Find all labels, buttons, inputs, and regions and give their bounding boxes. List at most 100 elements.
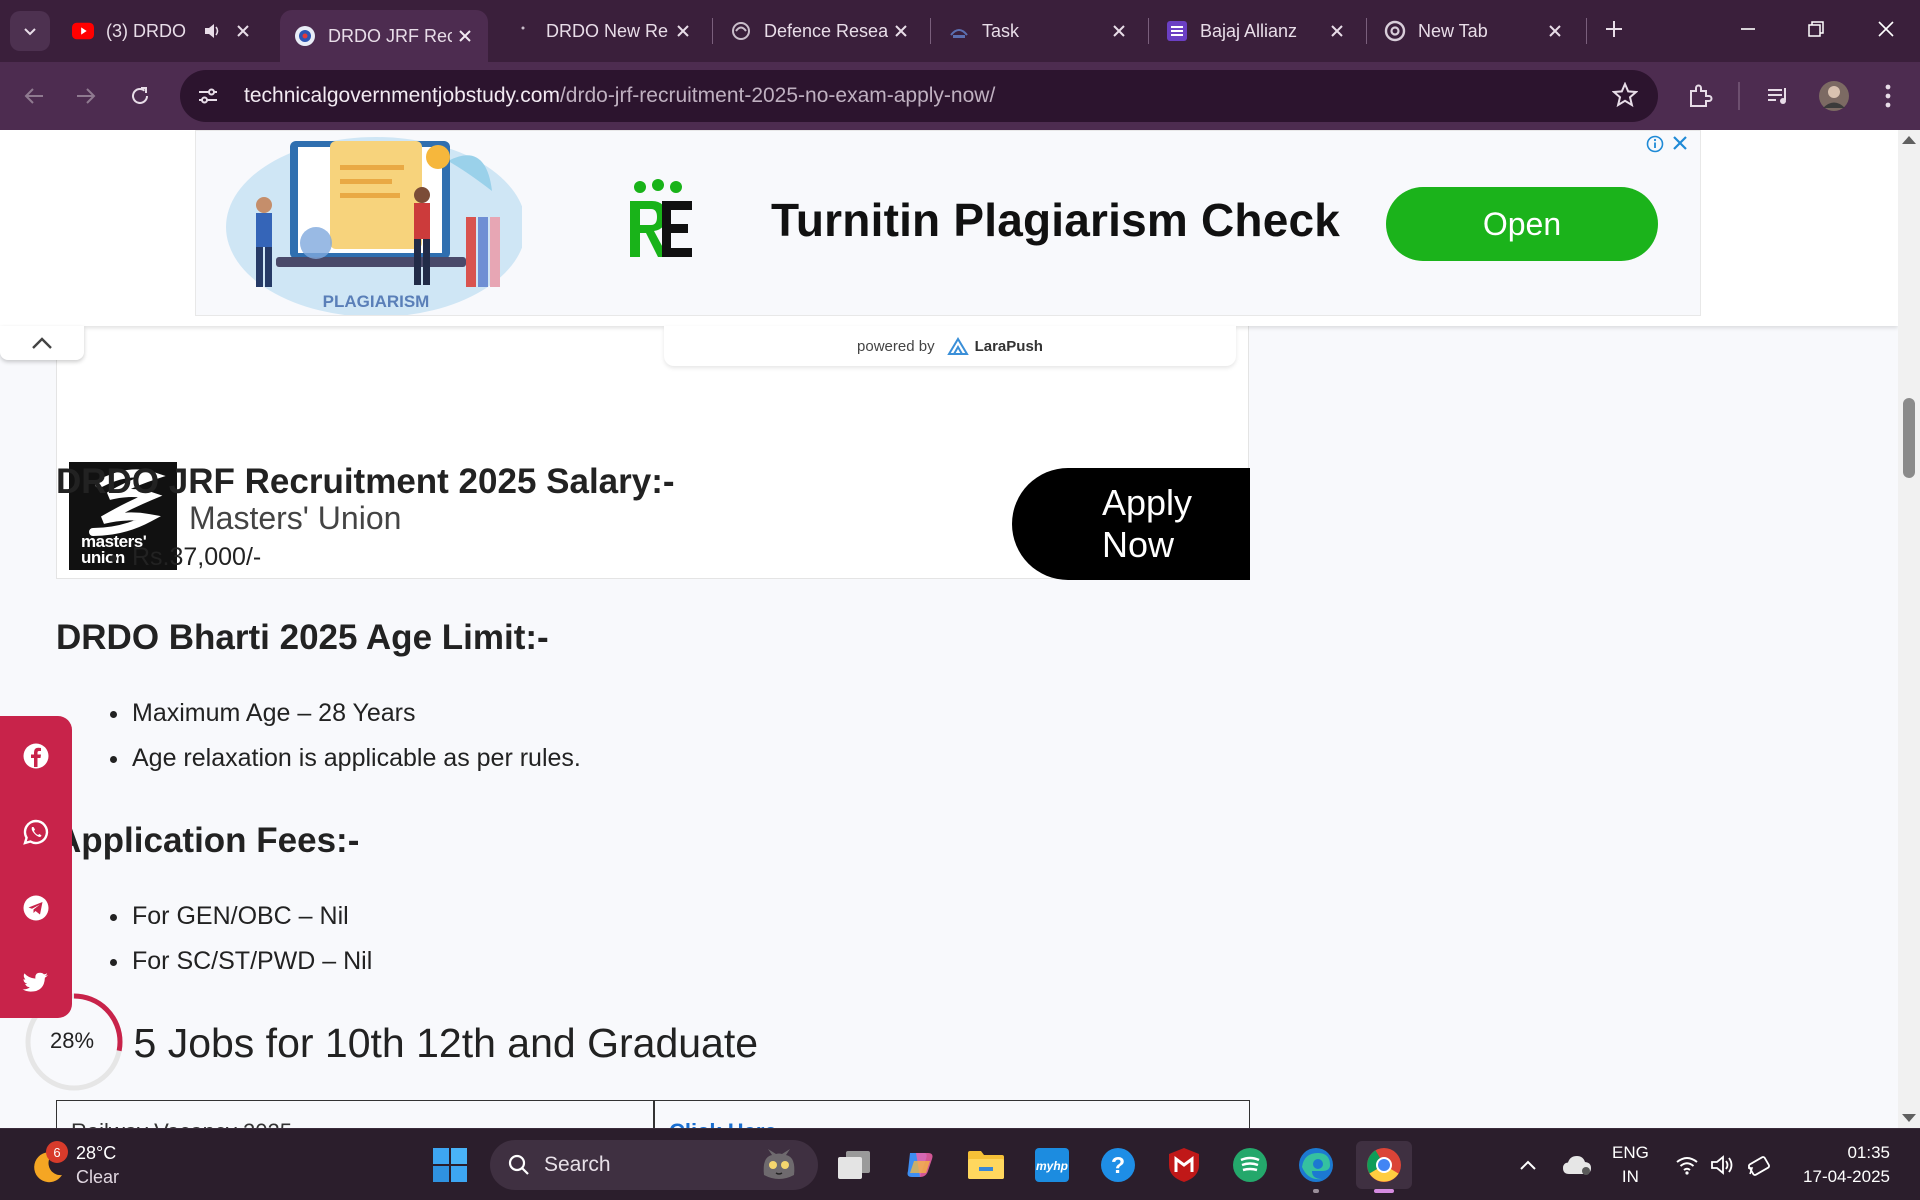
age-item: Age relaxation is applicable as per rule… — [110, 744, 581, 772]
progress-percent: 28% — [50, 1028, 95, 1053]
edge-icon — [1299, 1148, 1333, 1182]
new-tab-button[interactable] — [1590, 0, 1638, 58]
tab-close-icon[interactable] — [1542, 18, 1568, 44]
tab-close-icon[interactable] — [888, 18, 914, 44]
forward-button[interactable] — [66, 76, 106, 116]
table-divider — [653, 1101, 655, 1128]
twitter-icon[interactable] — [20, 968, 52, 1000]
chrome-taskbar-button[interactable] — [1356, 1141, 1412, 1193]
salary-heading: DRDO JRF Recruitment 2025 Salary:- — [56, 462, 675, 501]
task-view-button[interactable] — [830, 1141, 878, 1189]
restore-icon — [1808, 21, 1824, 37]
larapush-brand: LaraPush — [974, 337, 1043, 355]
minimize-icon — [1741, 28, 1755, 30]
scrollbar-thumb[interactable] — [1903, 398, 1915, 478]
profile-avatar[interactable] — [1814, 76, 1854, 116]
tab-close-icon[interactable] — [452, 23, 478, 49]
battery-icon[interactable] — [1744, 1149, 1774, 1181]
tab-drdo-jrf[interactable]: DRDO JRF Rec — [280, 10, 488, 62]
search-highlight-icon — [763, 1149, 795, 1179]
extensions-button[interactable] — [1680, 76, 1720, 116]
url-text: technicalgovernmentjobstudy.com/drdo-jrf… — [244, 84, 995, 108]
clock-time: 01:35 — [1847, 1143, 1890, 1162]
tab-task[interactable]: Task — [934, 10, 1142, 52]
search-icon — [508, 1154, 529, 1175]
tab-drdo-new[interactable]: DRDO New Re — [498, 10, 706, 52]
wifi-icon[interactable] — [1672, 1149, 1702, 1181]
tab-search-button[interactable] — [10, 11, 50, 51]
minimize-button[interactable] — [1714, 0, 1782, 58]
chrome-icon — [1384, 20, 1406, 42]
browser-menu-button[interactable] — [1868, 76, 1908, 116]
file-explorer-button[interactable] — [962, 1141, 1010, 1189]
onedrive-icon[interactable] — [1560, 1149, 1594, 1181]
tab-title: New Tab — [1418, 20, 1488, 41]
media-queue-icon — [1768, 88, 1786, 104]
running-indicator — [1374, 1189, 1394, 1193]
site-info-button[interactable] — [188, 76, 228, 116]
jobs-table: Railway Vacancy 2025 Click Here — [56, 1100, 1250, 1128]
svg-text:?: ? — [1111, 1152, 1125, 1178]
bookmark-star-icon[interactable] — [1611, 81, 1639, 113]
taskbar-search[interactable]: Search — [490, 1140, 818, 1190]
address-bar[interactable]: technicalgovernmentjobstudy.com/drdo-jrf… — [180, 70, 1658, 122]
salary-item: Rs.37,000/- — [109, 543, 262, 571]
ad-info-icon[interactable] — [1646, 135, 1664, 158]
larapush-logo-icon — [946, 337, 969, 355]
close-window-button[interactable] — [1852, 0, 1920, 58]
turnitin-ad[interactable]: PLAGIARISM Turnitin Plagiarism Check Ope… — [195, 130, 1701, 316]
collapse-ad-button[interactable] — [0, 326, 84, 360]
drdo-favicon-icon — [730, 20, 752, 42]
chevron-down-icon — [24, 28, 36, 36]
get-help-button[interactable]: ? — [1094, 1141, 1142, 1189]
weather-widget[interactable]: 6 28°C Clear — [28, 1141, 168, 1191]
myhp-button[interactable]: myhp — [1028, 1141, 1076, 1189]
avatar-icon — [1819, 81, 1849, 111]
facebook-icon[interactable] — [20, 740, 52, 772]
windows-logo-icon — [433, 1148, 467, 1182]
tab-close-icon[interactable] — [230, 18, 256, 44]
edge-button[interactable] — [1292, 1141, 1340, 1193]
green-app-button[interactable] — [1226, 1141, 1274, 1189]
show-hidden-icons[interactable] — [1514, 1149, 1542, 1181]
top-jobs-heading: Top 5 Jobs for 10th 12th and Graduate — [56, 1020, 759, 1066]
mcafee-shield-icon — [1169, 1148, 1199, 1182]
myhp-icon: myhp — [1035, 1148, 1069, 1182]
reload-button[interactable] — [120, 76, 160, 116]
green-app-icon — [1233, 1148, 1267, 1182]
restore-button[interactable] — [1782, 0, 1850, 58]
scroll-down-arrow[interactable] — [1902, 1114, 1916, 1122]
tab-defence-research[interactable]: Defence Resea — [716, 10, 924, 52]
tab-youtube[interactable]: (3) DRDO — [58, 10, 266, 52]
plagiarism-illustration: PLAGIARISM — [226, 137, 522, 315]
start-button[interactable] — [426, 1141, 474, 1189]
kebab-menu-icon — [1885, 84, 1891, 108]
tab-close-icon[interactable] — [670, 18, 696, 44]
page-scrollbar[interactable] — [1898, 130, 1920, 1128]
whatsapp-icon[interactable] — [20, 816, 52, 848]
temperature: 28°C — [76, 1143, 117, 1163]
tab-separator — [712, 18, 713, 44]
mcafee-button[interactable] — [1160, 1141, 1208, 1189]
tab-bajaj-allianz[interactable]: Bajaj Allianz — [1152, 10, 1360, 52]
click-here-link[interactable]: Click Here — [669, 1119, 777, 1128]
tab-close-icon[interactable] — [1324, 18, 1350, 44]
system-clock[interactable]: 01:35 17-04-2025 — [1803, 1141, 1890, 1189]
copilot-button[interactable] — [896, 1141, 944, 1189]
scroll-up-arrow[interactable] — [1902, 136, 1916, 144]
tab-new-tab[interactable]: New Tab — [1370, 10, 1578, 52]
tab-title: (3) DRDO — [106, 20, 186, 41]
bajaj-favicon-icon — [1166, 20, 1188, 42]
ad-open-button[interactable]: Open — [1386, 187, 1658, 261]
speaker-icon[interactable] — [202, 21, 222, 41]
volume-icon[interactable] — [1708, 1149, 1738, 1181]
sticky-ad-strip: PLAGIARISM Turnitin Plagiarism Check Ope… — [0, 130, 1898, 326]
telegram-icon[interactable] — [20, 892, 52, 924]
site-favicon-icon — [512, 20, 534, 42]
tab-close-icon[interactable] — [1106, 18, 1132, 44]
media-controls-button[interactable] — [1758, 76, 1798, 116]
apply-now-button[interactable]: Apply Now — [1012, 468, 1250, 580]
language-indicator[interactable]: ENG IN — [1612, 1141, 1649, 1189]
ad-close-icon[interactable] — [1672, 135, 1688, 156]
back-button[interactable] — [14, 76, 54, 116]
